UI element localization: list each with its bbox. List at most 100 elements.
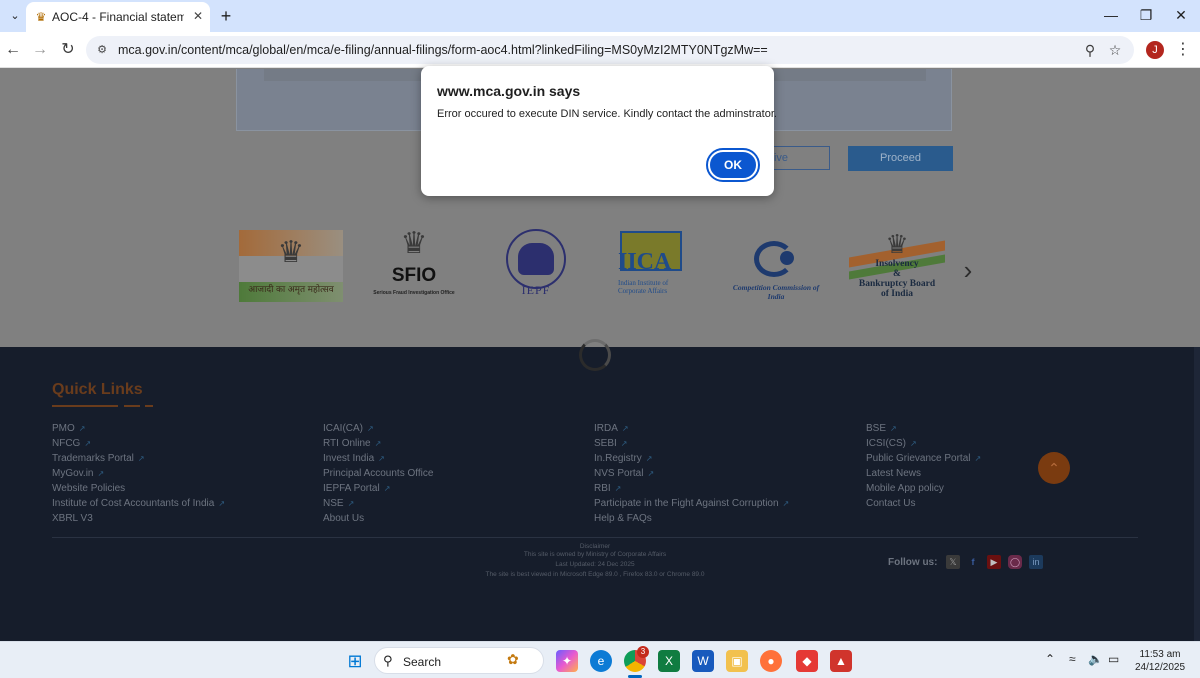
ibbi-line-2: & (893, 269, 901, 279)
footer-link-invest-india[interactable]: Invest India ↗ (323, 453, 385, 464)
active-tab[interactable]: ♛ AOC-4 - Financial statement an ✕ (26, 2, 210, 32)
iica-logo[interactable]: IICA Indian Institute of Corporate Affai… (616, 231, 694, 303)
amrit-mahotsav-logo[interactable]: ♛ आजादी का अमृत महोत्सव (239, 230, 343, 302)
link-label: Invest India (323, 453, 375, 464)
footer-link-nfcg[interactable]: NFCG ↗ (52, 438, 91, 449)
scroll-to-top-button[interactable]: ⌃ (1038, 452, 1070, 484)
footer-link-help-faqs[interactable]: Help & FAQs (594, 513, 652, 524)
sfio-emblem-icon: ♛ (400, 227, 428, 260)
iica-title: IICA (618, 249, 672, 275)
footer-link-nse[interactable]: NSE ↗ (323, 498, 354, 509)
zoom-icon[interactable]: ⚲ (1081, 41, 1099, 59)
ibbi-line-3: Bankruptcy Board (858, 279, 936, 289)
link-label: RBI (594, 483, 611, 494)
footer-link-xbrl[interactable]: XBRL V3 (52, 513, 93, 524)
quick-links-title: Quick Links (52, 381, 143, 398)
linkedin-icon[interactable]: in (1029, 555, 1043, 569)
footer-link-mobile-app[interactable]: Mobile App policy (866, 483, 944, 494)
windows-taskbar: ⊞ ⚲ Search ✿ ✦ e 3 X W ▣ ● ◆ ▲ ⌃ ≈ 🔈 ▭ 1… (0, 641, 1200, 678)
footer-link-nvs[interactable]: NVS Portal ↗ (594, 468, 654, 479)
partner-logos-carousel: ♛ आजादी का अमृत महोत्सव ♛ SFIO Serious F… (0, 219, 1200, 319)
footer-link-anti-corruption[interactable]: Participate in the Fight Against Corrupt… (594, 498, 789, 509)
wifi-icon[interactable]: ≈ (1069, 652, 1076, 666)
new-tab-button[interactable]: + (215, 5, 237, 27)
tab-search-chevron-icon[interactable]: ⌄ (4, 6, 26, 26)
tab-close-icon[interactable]: ✕ (190, 8, 206, 24)
minimize-button[interactable]: — (1096, 4, 1126, 26)
tray-chevron-icon[interactable]: ⌃ (1045, 652, 1055, 666)
footer-link-mygov[interactable]: MyGov.in ↗ (52, 468, 104, 479)
pdf-reader-icon[interactable]: ▲ (830, 650, 852, 672)
back-button[interactable]: ← (2, 39, 24, 61)
footer-link-pao[interactable]: Principal Accounts Office (323, 468, 433, 479)
ok-button[interactable]: OK (706, 148, 760, 182)
footer-link-icsi[interactable]: ICSI(CS) ↗ (866, 438, 917, 449)
ibbi-logo[interactable]: ♛ Insolvency & Bankruptcy Board of India (849, 227, 945, 307)
copilot-icon[interactable]: ✦ (556, 650, 578, 672)
address-bar[interactable]: ⚙ mca.gov.in/content/mca/global/en/mca/e… (86, 36, 1134, 64)
tab-title: AOC-4 - Financial statement an (52, 10, 184, 24)
sfio-logo[interactable]: ♛ SFIO Serious Fraud Investigation Offic… (368, 227, 460, 303)
external-link-icon: ↗ (645, 454, 653, 463)
firefox-icon[interactable]: ● (760, 650, 782, 672)
footer-link-bse[interactable]: BSE ↗ (866, 423, 897, 434)
file-explorer-icon[interactable]: ▣ (726, 650, 748, 672)
facebook-icon[interactable]: f (966, 555, 980, 569)
taskbar-search-box[interactable]: ⚲ Search ✿ (374, 647, 544, 674)
reload-button[interactable]: ↻ (57, 39, 79, 61)
browser-menu-icon[interactable]: ⋮ (1175, 40, 1191, 60)
x-twitter-icon[interactable]: 𝕏 (946, 555, 960, 569)
anydesk-icon[interactable]: ◆ (796, 650, 818, 672)
iepf-title: IEPF (521, 283, 551, 297)
page-scrollbar[interactable] (1194, 347, 1200, 641)
footer-link-iepfa[interactable]: IEPFA Portal ↗ (323, 483, 390, 494)
carousel-next-arrow-icon[interactable]: › (958, 255, 978, 285)
cci-text: Competition Commission of India (732, 283, 820, 301)
iepf-hands-icon (518, 243, 554, 275)
footer-link-latest-news[interactable]: Latest News (866, 468, 921, 479)
link-label: ICAI(CA) (323, 423, 363, 434)
taskbar-clock[interactable]: 11:53 am 24/12/2025 (1130, 648, 1190, 674)
start-windows-icon[interactable]: ⊞ (344, 650, 366, 672)
forward-button[interactable]: → (29, 39, 51, 61)
footer-link-icai-ca[interactable]: ICAI(CA) ↗ (323, 423, 374, 434)
footer-link-about[interactable]: About Us (323, 513, 364, 524)
ibbi-line-1: Insolvency (875, 259, 919, 269)
footer-link-irda[interactable]: IRDA ↗ (594, 423, 629, 434)
volume-icon[interactable]: 🔈 (1088, 652, 1103, 666)
instagram-icon[interactable]: ◯ (1008, 555, 1022, 569)
restore-button[interactable]: ❐ (1131, 4, 1161, 26)
iepf-logo[interactable]: IEPF (498, 225, 574, 305)
quick-links-underline (52, 405, 118, 407)
footer-link-rbi[interactable]: RBI ↗ (594, 483, 621, 494)
window-close-button[interactable]: ✕ (1166, 4, 1196, 26)
profile-avatar[interactable]: J (1146, 41, 1164, 59)
footer-link-icai-cost[interactable]: Institute of Cost Accountants of India ↗ (52, 498, 225, 509)
footer-link-website-policies[interactable]: Website Policies (52, 483, 125, 494)
proceed-button[interactable]: Proceed (848, 146, 953, 171)
cci-logo[interactable]: Competition Commission of India (724, 241, 828, 301)
footer-link-sebi[interactable]: SEBI ↗ (594, 438, 628, 449)
footer-link-trademarks[interactable]: Trademarks Portal ↗ (52, 453, 145, 464)
search-label: Search (403, 655, 442, 669)
url-text[interactable]: mca.gov.in/content/mca/global/en/mca/e-f… (118, 43, 768, 57)
footer-link-pmo[interactable]: PMO ↗ (52, 423, 85, 434)
footer-link-inregistry[interactable]: In.Registry ↗ (594, 453, 653, 464)
external-link-icon: ↗ (218, 499, 226, 508)
footer-link-contact[interactable]: Contact Us (866, 498, 915, 509)
dialog-title: www.mca.gov.in says (437, 83, 581, 99)
footer-link-grievance[interactable]: Public Grievance Portal ↗ (866, 453, 981, 464)
footer-link-rti[interactable]: RTI Online ↗ (323, 438, 381, 449)
word-icon[interactable]: W (692, 650, 714, 672)
external-link-icon: ↗ (782, 499, 790, 508)
bookmark-star-icon[interactable]: ☆ (1106, 41, 1124, 59)
link-label: Contact Us (866, 498, 916, 509)
excel-icon[interactable]: X (658, 650, 680, 672)
youtube-icon[interactable]: ▶ (987, 555, 1001, 569)
site-info-icon[interactable]: ⚙ (94, 42, 110, 58)
link-label: In.Registry (594, 453, 642, 464)
battery-icon[interactable]: ▭ (1108, 652, 1119, 666)
emblem-favicon-icon: ♛ (35, 10, 47, 24)
link-label: About Us (323, 513, 365, 524)
edge-browser-icon[interactable]: e (590, 650, 612, 672)
